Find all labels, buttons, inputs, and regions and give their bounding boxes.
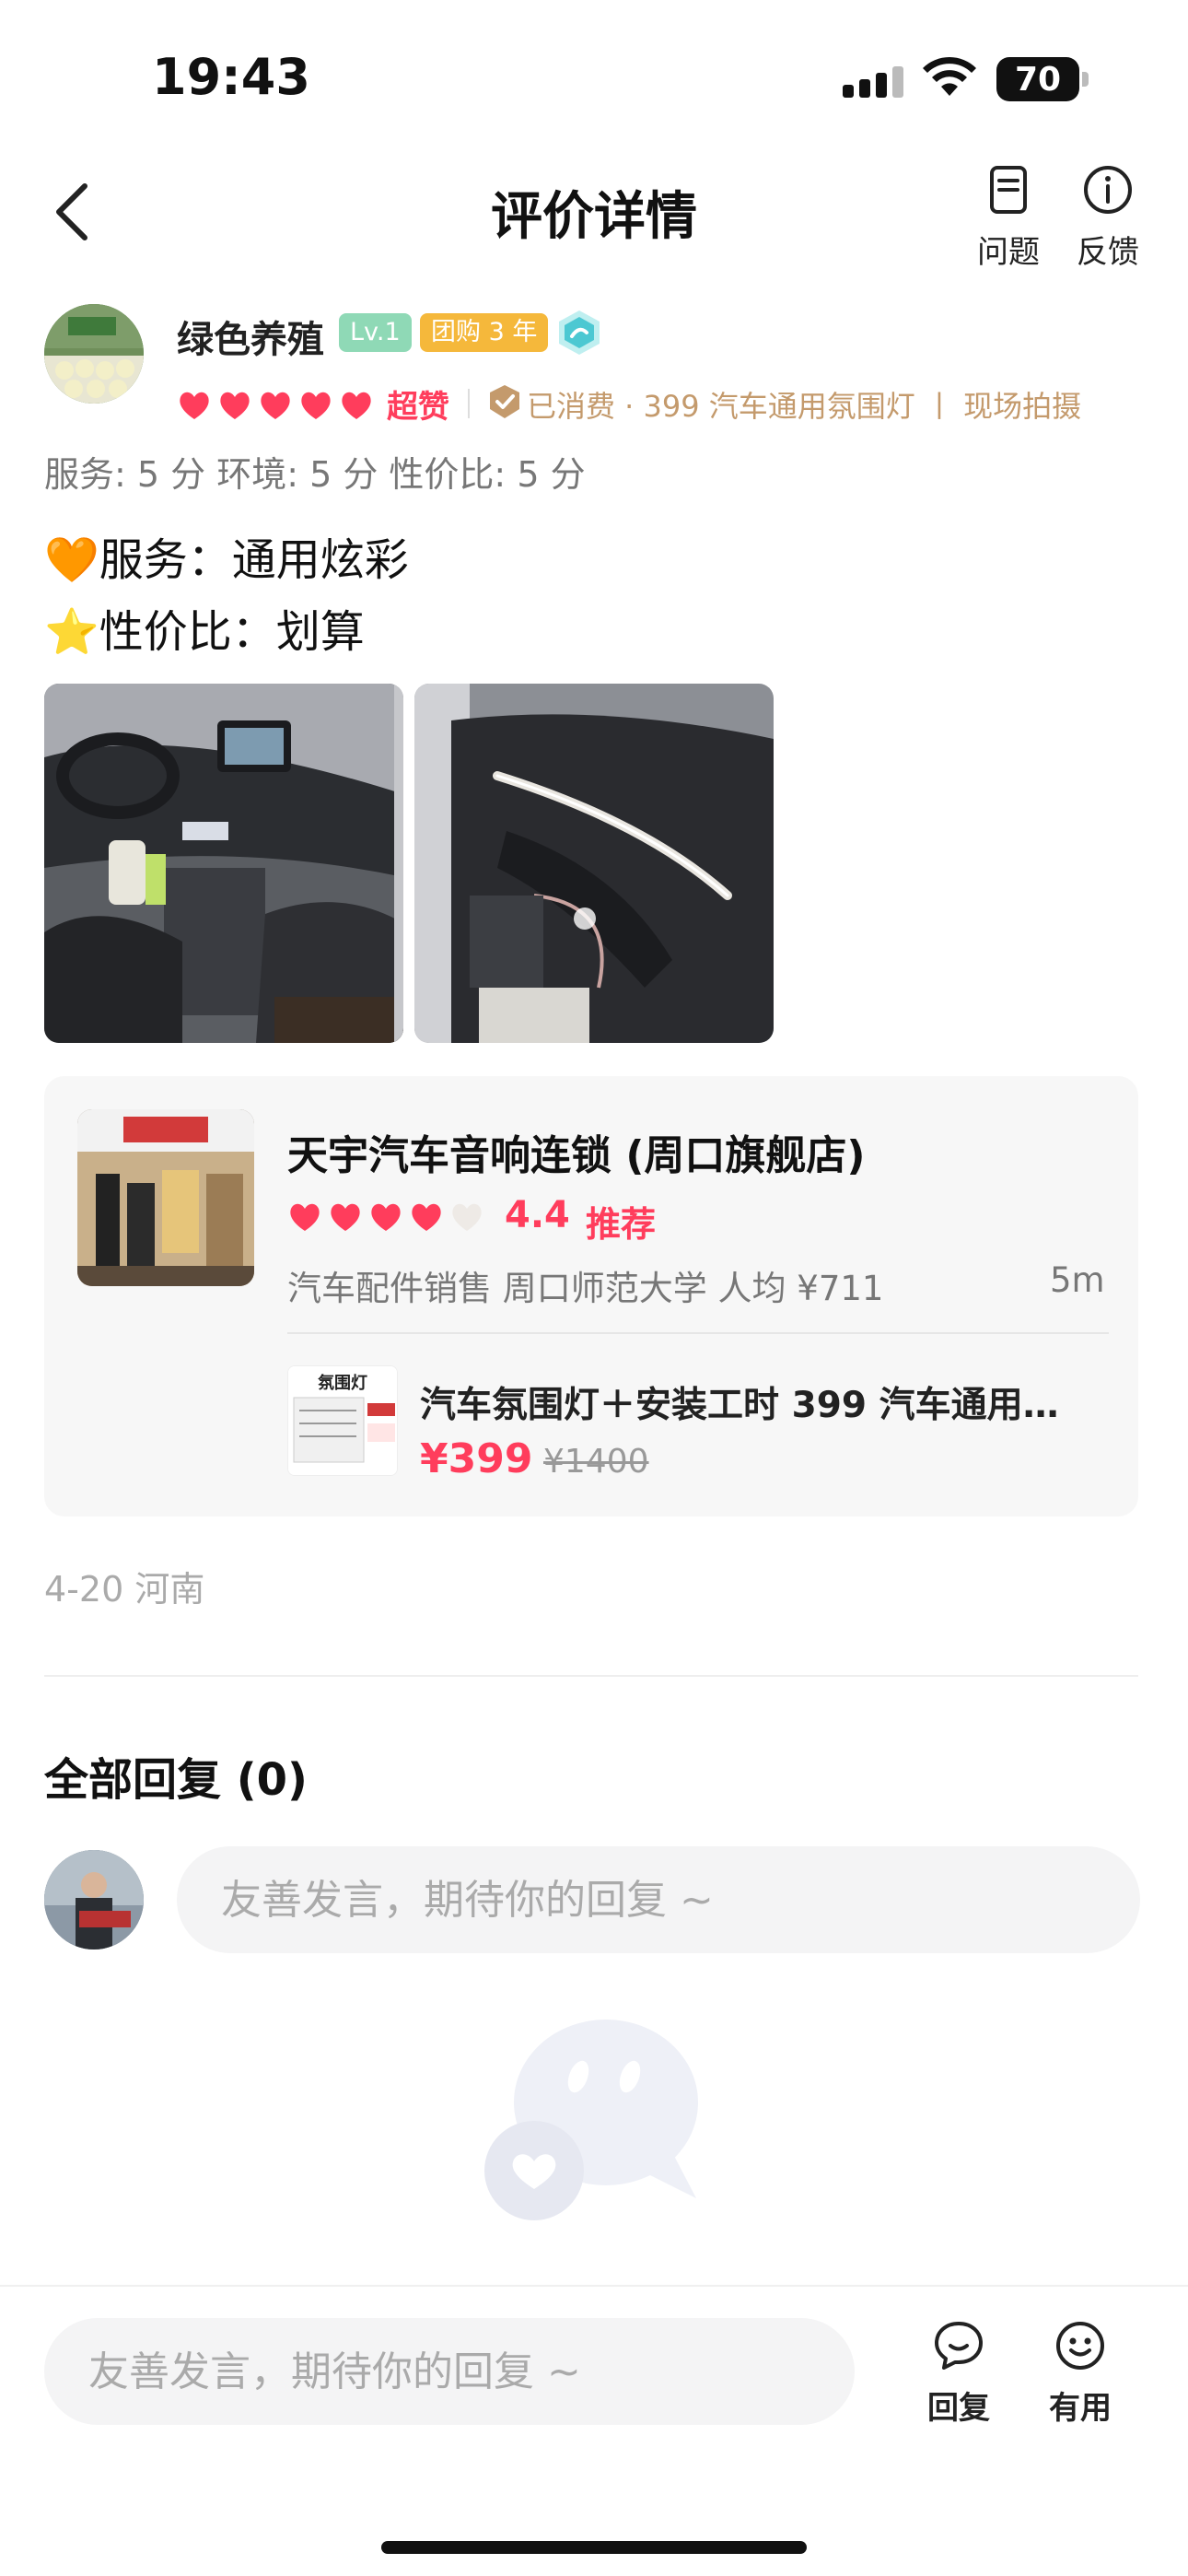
replies-title: 全部回复 (0) xyxy=(44,1754,308,1806)
level-badge: Lv.1 xyxy=(339,313,412,352)
star-emoji-icon: ⭐ xyxy=(44,606,99,658)
heart-icon xyxy=(331,1203,360,1231)
feedback-button[interactable]: 反馈 xyxy=(1057,162,1159,272)
shop-rating-value: 4.4 xyxy=(505,1194,570,1236)
review-line-service: 🧡服务：通用炫彩 xyxy=(44,523,409,588)
comment-icon xyxy=(935,2322,983,2370)
review-line-value: ⭐性价比：划算 xyxy=(44,595,365,660)
status-time: 19:43 xyxy=(152,48,310,106)
useful-button[interactable]: 有用 xyxy=(1030,2318,1131,2428)
consumption-info: 已消费 · 399 汽车通用氛围灯 丨 现场拍摄 xyxy=(527,389,1082,424)
shop-name[interactable]: 天宇汽车音响连锁 (周口旗舰店) xyxy=(287,1122,866,1181)
rating-hearts xyxy=(177,385,379,426)
home-indicator[interactable] xyxy=(381,2541,807,2554)
heart-icon xyxy=(180,392,209,419)
heart-icon xyxy=(301,392,331,419)
document-icon xyxy=(990,166,1027,214)
reply-label: 回复 xyxy=(927,2390,990,2427)
deal-original-price: ¥1400 xyxy=(543,1443,649,1481)
battery-level: 70 xyxy=(1014,61,1062,99)
member-hexagon-icon xyxy=(559,310,600,355)
cellular-signal-icon xyxy=(843,66,907,98)
my-avatar xyxy=(44,1850,144,1950)
deal-image-text: 氛围灯 xyxy=(318,1373,367,1393)
heart-icon xyxy=(261,392,290,419)
wifi-icon xyxy=(923,56,976,96)
bottom-bar-divider xyxy=(0,2285,1188,2287)
group-buy-badge: 团购 3 年 xyxy=(420,313,549,352)
service-text: 服务：通用炫彩 xyxy=(99,534,409,586)
shop-distance: 5m xyxy=(1050,1260,1105,1300)
user-name[interactable]: 绿色养殖 xyxy=(177,310,324,363)
section-divider xyxy=(44,1675,1138,1677)
useful-label: 有用 xyxy=(1049,2390,1112,2427)
card-divider xyxy=(287,1332,1109,1334)
heart-icon xyxy=(371,1203,401,1231)
shop-info: 汽车配件销售 周口师范大学 人均 ¥711 xyxy=(287,1269,884,1308)
bottom-reply-input[interactable] xyxy=(44,2318,855,2425)
review-photo-1[interactable] xyxy=(44,684,403,1043)
reply-input[interactable] xyxy=(177,1846,1140,1953)
review-date-location: 4-20 河南 xyxy=(44,1569,205,1610)
deal-price: ¥399 xyxy=(420,1435,533,1482)
question-label: 问题 xyxy=(977,234,1040,271)
user-avatar[interactable] xyxy=(44,304,144,404)
rating-label: 超赞 xyxy=(387,389,449,426)
review-photo-2[interactable] xyxy=(414,684,774,1043)
value-text: 性价比：划算 xyxy=(99,606,365,658)
battery-icon: 70 xyxy=(996,57,1089,101)
heart-icon xyxy=(412,1203,441,1231)
shop-image[interactable] xyxy=(77,1109,254,1286)
heart-empty-icon xyxy=(452,1203,482,1231)
shop-recommend-label: 推荐 xyxy=(586,1204,657,1245)
verified-icon xyxy=(490,385,519,418)
shop-rating-hearts xyxy=(287,1200,490,1235)
deal-image[interactable]: 氛围灯 xyxy=(287,1365,398,1476)
empty-comments-illustration-icon xyxy=(484,2020,698,2220)
smile-icon xyxy=(1056,2322,1104,2370)
reply-button[interactable]: 回复 xyxy=(908,2318,1009,2428)
separator xyxy=(468,389,470,418)
info-icon xyxy=(1084,166,1132,214)
heart-icon xyxy=(342,392,371,419)
heart-icon xyxy=(220,392,250,419)
heart-icon xyxy=(290,1203,320,1231)
score-summary: 服务: 5 分 环境: 5 分 性价比: 5 分 xyxy=(44,454,586,495)
question-button[interactable]: 问题 xyxy=(958,162,1059,272)
heart-emoji-icon: 🧡 xyxy=(44,534,99,586)
feedback-label: 反馈 xyxy=(1077,234,1139,271)
deal-title[interactable]: 汽车氛围灯＋安装工时 399 汽车通用… xyxy=(420,1376,1083,1428)
